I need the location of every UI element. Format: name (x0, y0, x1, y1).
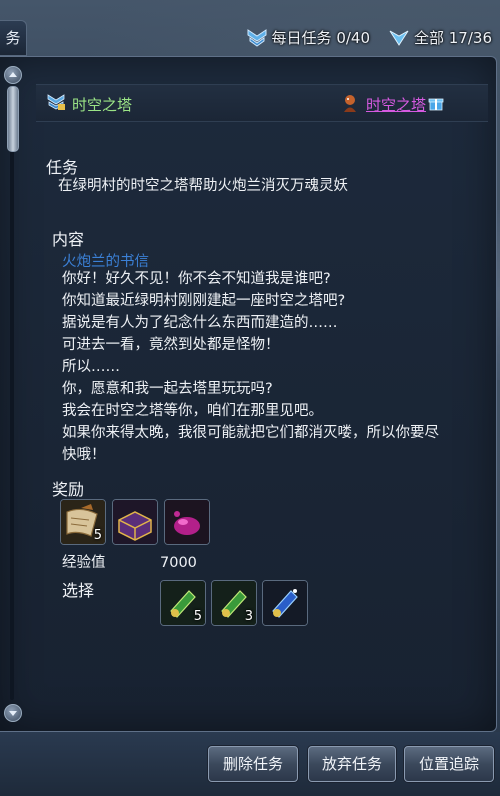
all-quest-count: 全部 17/36 (414, 28, 492, 47)
content-line: 据说是有人为了纪念什么东西而建造的…… (62, 315, 338, 331)
choice-slot-2[interactable]: 3 (211, 580, 257, 626)
pink-gem-icon (165, 500, 209, 544)
blue-charm-icon (263, 581, 307, 625)
scroll-thumb[interactable] (7, 86, 19, 152)
track-location-button[interactable]: 位置追踪 (404, 746, 494, 782)
scrollbar[interactable] (2, 64, 22, 724)
abandon-quest-button[interactable]: 放弃任务 (308, 746, 396, 782)
daily-quest-icon (247, 29, 267, 47)
choice-count: 3 (244, 609, 253, 624)
quest-title: 时空之塔 (72, 96, 133, 114)
scroll-track[interactable] (10, 86, 14, 700)
treasure-chest-icon (113, 500, 157, 544)
exp-value: 7000 (160, 555, 197, 571)
npc-location-link[interactable]: 时空之塔 (366, 94, 426, 115)
all-quest-icon (389, 30, 409, 46)
content-line: 如果你来得太晚，我很可能就把它们都消灭喽，所以你要尽 (62, 425, 439, 441)
choice-slot-1[interactable]: 5 (160, 580, 206, 626)
task-description: 在绿明村的时空之塔帮助火炮兰消灭万魂灵妖 (58, 178, 348, 194)
content-line: 可进去一看，竟然到处都是怪物！ (62, 337, 280, 353)
reward-count: 5 (93, 528, 102, 543)
exp-label: 经验值 (62, 555, 106, 571)
content-heading: 内容 (52, 230, 85, 249)
scroll-down-button[interactable] (4, 704, 22, 722)
quest-type-icon (47, 94, 65, 110)
reward-slot-3[interactable] (164, 499, 210, 545)
quest-tab[interactable]: 务 (0, 20, 27, 56)
choice-slot-3[interactable] (262, 580, 308, 626)
content-line: 你，愿意和我一起去塔里玩玩吗? (62, 381, 273, 397)
daily-quest-count: 每日任务 0/40 (271, 28, 370, 47)
quest-counter-bar: 每日任务 0/40 全部 17/36 (246, 24, 492, 50)
rewards-heading: 奖励 (52, 480, 85, 499)
reward-slot-2[interactable] (112, 499, 158, 545)
npc-icon (344, 95, 356, 112)
choice-label: 选择 (62, 581, 95, 600)
gift-icon[interactable] (428, 95, 444, 111)
content-line: 所以…… (62, 359, 120, 375)
content-line: 我会在时空之塔等你，咱们在那里见吧。 (62, 403, 323, 419)
choice-count: 5 (193, 609, 202, 624)
reward-slot-1[interactable]: 5 (60, 499, 106, 545)
scroll-up-button[interactable] (4, 66, 22, 84)
delete-quest-button[interactable]: 删除任务 (208, 746, 298, 782)
content-line: 你好！好久不见！你不会不知道我是谁吧? (62, 271, 331, 287)
content-line: 你知道最近绿明村刚刚建起一座时空之塔吧? (62, 293, 346, 309)
content-line: 快哦！ (62, 447, 106, 463)
